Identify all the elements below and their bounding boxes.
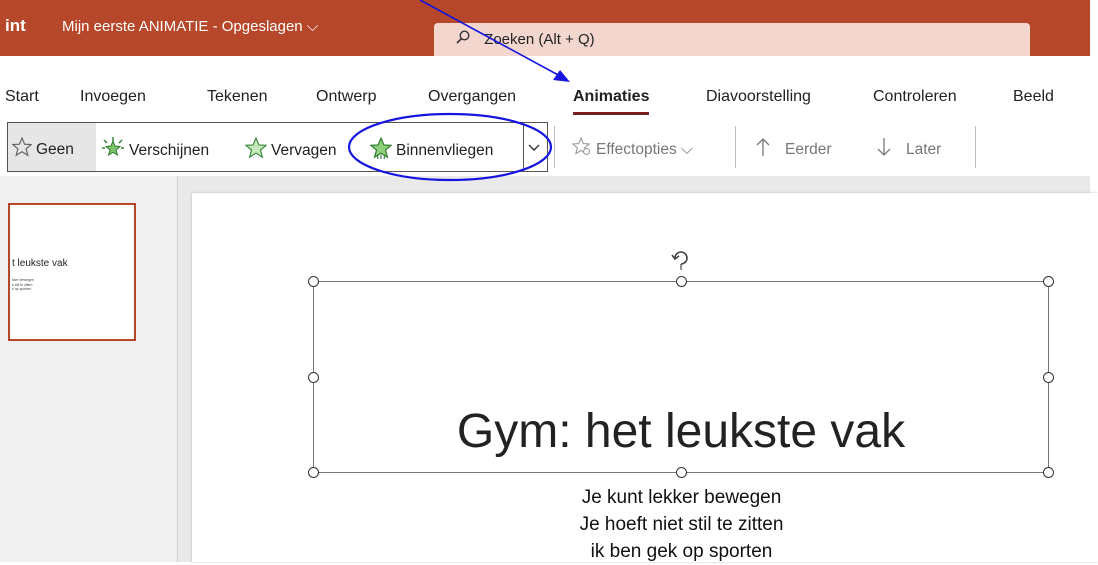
search-placeholder: Zoeken (Alt + Q) [484,31,595,48]
app-name: int [5,16,26,35]
animation-label: Verschijnen [129,141,210,159]
tab-diavoorstelling[interactable]: Diavoorstelling [706,88,811,106]
slide-body[interactable]: Je kunt lekker bewegen Je hoeft niet sti… [400,484,963,565]
search-box[interactable]: Zoeken (Alt + Q) [434,23,1030,56]
resize-handle-right[interactable] [1043,372,1054,383]
thumbnail-line: kker bewegen [12,278,34,282]
resize-handle-top[interactable] [676,276,687,287]
resize-handle-bottom[interactable] [676,467,687,478]
effect-options-label: Effectopties ⌵ [596,140,693,158]
resize-handle-top-right[interactable] [1043,276,1054,287]
star-burst-icon [101,137,125,164]
document-title[interactable]: Mijn eerste ANIMATIE - Opgeslagen ⌵ [62,18,318,35]
body-line: Je kunt lekker bewegen [581,487,782,508]
animation-label: Binnenvliegen [396,141,494,159]
tab-controleren[interactable]: Controleren [873,88,957,106]
resize-handle-top-left[interactable] [308,276,319,287]
star-outline-icon [11,136,33,162]
move-earlier-button[interactable]: Eerder [755,137,832,162]
effect-options-button[interactable]: Effectopties ⌵ [571,136,693,162]
tab-invoegen[interactable]: Invoegen [80,88,146,106]
chevron-down-icon[interactable] [528,139,540,156]
slide-thumbnail[interactable]: t leukste vak kker bewegen e stil te zit… [8,203,136,341]
effect-options-icon [571,136,592,162]
resize-handle-bottom-right[interactable] [1043,467,1054,478]
star-fade-icon [244,136,268,164]
ribbon-tabs: Start Invoegen Tekenen Ontwerp Overgange… [0,56,1090,118]
search-icon [456,30,470,48]
animation-label: Vervagen [271,141,337,159]
body-line: ik ben gek op sporten [590,541,773,562]
body-line: Je hoeft niet stil te zitten [579,514,784,535]
animation-verschijnen[interactable]: Verschijnen [101,137,209,164]
ribbon-divider [735,126,736,168]
thumbnail-line: k op sporten [12,287,32,291]
thumbnail-body: kker bewegen e stil te zitten k op sport… [12,278,34,292]
later-label: Later [906,140,942,158]
earlier-label: Eerder [785,140,832,158]
tab-ontwerp[interactable]: Ontwerp [316,88,376,106]
tab-start[interactable]: Start [5,88,39,106]
move-later-button[interactable]: Later [876,137,941,162]
resize-handle-bottom-left[interactable] [308,467,319,478]
ribbon-divider [975,126,976,168]
tab-tekenen[interactable]: Tekenen [207,88,268,106]
star-fly-in-icon [369,136,393,164]
rotate-handle-icon[interactable] [671,248,691,275]
title-bar: int Mijn eerste ANIMATIE - Opgeslagen ⌵ … [0,0,1090,56]
arrow-down-icon [876,137,892,162]
animation-vervagen[interactable]: Vervagen [244,136,337,164]
animation-binnenvliegen[interactable]: Binnenvliegen [369,136,494,164]
tab-animaties[interactable]: Animaties [573,88,650,115]
animation-label: Geen [36,140,74,158]
arrow-up-icon [755,137,771,162]
resize-handle-left[interactable] [308,372,319,383]
slide-title[interactable]: Gym: het leukste vak [313,404,1049,459]
thumbnail-title: t leukste vak [12,258,68,269]
ribbon-animaties: Geen Verschijnen Vervagen Binnenvliegen … [0,118,1090,177]
tab-beeld[interactable]: Beeld [1013,88,1054,106]
ribbon-divider [554,126,555,168]
animation-geen[interactable]: Geen [11,136,74,162]
slide-thumbnail-panel: t leukste vak kker bewegen e stil te zit… [0,176,178,562]
tab-overgangen[interactable]: Overgangen [428,88,516,106]
